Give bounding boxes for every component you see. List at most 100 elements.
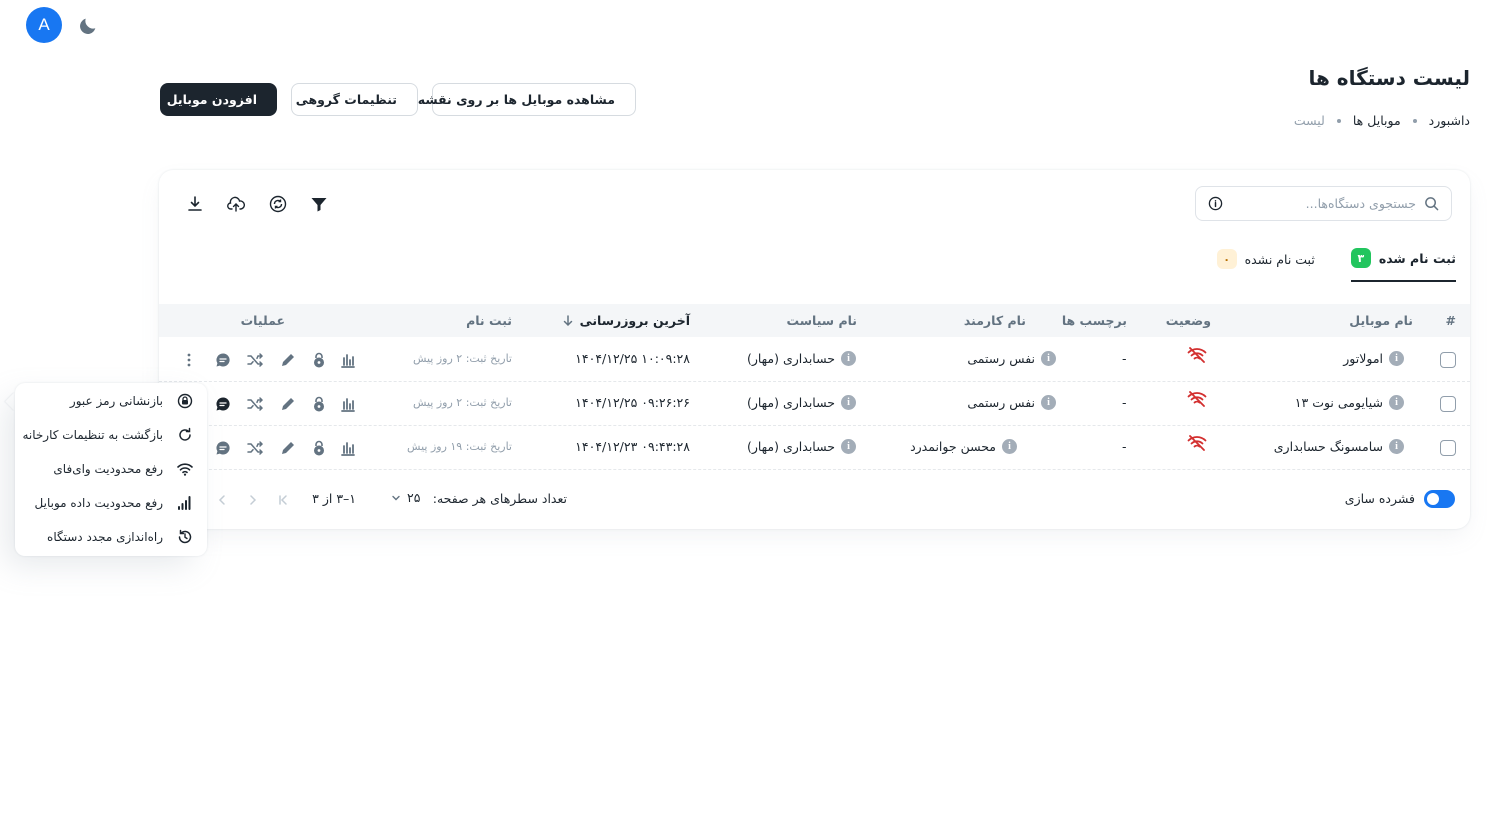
breadcrumb-mobiles[interactable]: موبایل ها bbox=[1353, 113, 1401, 128]
policy-name: حسابداری (مهار) bbox=[746, 351, 835, 366]
info-icon[interactable]: i bbox=[841, 395, 856, 410]
arrow-down-icon bbox=[563, 314, 572, 326]
info-icon[interactable]: i bbox=[1041, 395, 1056, 410]
edit-button[interactable] bbox=[279, 439, 297, 457]
edit-button[interactable] bbox=[279, 395, 297, 413]
lock-reset-icon bbox=[177, 393, 193, 409]
more-button[interactable] bbox=[180, 351, 198, 369]
device-name[interactable]: شیایومی نوت ۱۳ bbox=[1295, 395, 1383, 410]
device-name[interactable]: سامسونگ حسابداری bbox=[1274, 439, 1383, 454]
policy-cell: i حسابداری (مهار) bbox=[747, 439, 856, 454]
pagination-range: ۱–۳ از ۳ bbox=[312, 491, 356, 506]
menu-item-label: بازنشانی رمز عبور bbox=[69, 394, 163, 408]
page-title: لیست دستگاه ها bbox=[1308, 66, 1470, 90]
tab-registered[interactable]: ثبت نام شده ۳ bbox=[1350, 248, 1456, 282]
header-register[interactable]: ثبت نام bbox=[466, 313, 512, 328]
group-settings-button[interactable]: تنظیمات گروهی bbox=[291, 83, 418, 116]
lock-button[interactable] bbox=[310, 351, 328, 369]
info-icon[interactable]: i bbox=[1002, 439, 1017, 454]
menu-item-restart-device[interactable]: راه‌اندازی مجدد دستگاه bbox=[47, 522, 193, 552]
header-hash: # bbox=[1445, 313, 1456, 328]
tab-unregistered-count: ۰ bbox=[1216, 249, 1237, 269]
info-circle-icon[interactable] bbox=[1208, 196, 1223, 211]
lock-icon bbox=[314, 440, 324, 456]
transfer-button[interactable] bbox=[246, 439, 264, 457]
last-update-cell: ۱۴۰۴/۱۲/۲۵ ۰۹:۲۶:۲۶ bbox=[575, 395, 690, 410]
bar-chart-icon bbox=[341, 442, 355, 456]
register-cell: تاریخ ثبت: ۲ روز پیش bbox=[412, 396, 512, 409]
lock-button[interactable] bbox=[310, 439, 328, 457]
info-icon[interactable]: i bbox=[1041, 351, 1056, 366]
employee-name: نفس رستمی bbox=[967, 351, 1035, 366]
upload-icon bbox=[227, 196, 245, 212]
info-icon[interactable]: i bbox=[1389, 395, 1404, 410]
row-checkbox[interactable] bbox=[1440, 352, 1456, 368]
search-input[interactable] bbox=[1231, 196, 1416, 211]
filter-button[interactable] bbox=[308, 193, 330, 215]
next-page-button[interactable] bbox=[213, 491, 231, 509]
avatar[interactable]: A bbox=[26, 7, 62, 43]
last-update-cell: ۱۴۰۴/۱۲/۲۳ ۰۹:۴۳:۲۸ bbox=[575, 439, 690, 454]
header-name[interactable]: نام موبایل bbox=[1349, 313, 1413, 328]
bar-chart-icon bbox=[341, 354, 355, 368]
policy-name: حسابداری (مهار) bbox=[746, 439, 835, 454]
edit-button[interactable] bbox=[279, 351, 297, 369]
menu-item-label: راه‌اندازی مجدد دستگاه bbox=[47, 530, 163, 544]
tags-cell: - bbox=[1122, 439, 1127, 454]
stats-button[interactable] bbox=[339, 351, 357, 369]
view-on-map-button[interactable]: مشاهده موبایل ها بر روی نقشه bbox=[418, 83, 636, 116]
previous-page-button[interactable] bbox=[244, 491, 262, 509]
breadcrumb-current: لیست bbox=[1293, 113, 1325, 128]
info-icon[interactable]: i bbox=[841, 439, 856, 454]
wifi-icon bbox=[177, 463, 193, 476]
header-last-update[interactable]: آخرین بروزرسانی bbox=[562, 313, 690, 328]
menu-item-factory-reset[interactable]: بازگشت به تنظیمات کارخانه bbox=[22, 420, 193, 450]
header-employee[interactable]: نام کارمند bbox=[964, 313, 1026, 328]
tab-registered-count: ۳ bbox=[1350, 248, 1371, 268]
stats-button[interactable] bbox=[339, 395, 357, 413]
chevron-left-icon bbox=[218, 495, 225, 505]
info-icon[interactable]: i bbox=[1389, 439, 1404, 454]
add-mobile-button[interactable]: افزودن موبایل bbox=[160, 83, 277, 116]
lock-button[interactable] bbox=[310, 395, 328, 413]
device-name[interactable]: امولاتور bbox=[1343, 351, 1383, 366]
more-vertical-icon bbox=[187, 353, 191, 367]
row-checkbox[interactable] bbox=[1440, 440, 1456, 456]
menu-item-reset-password[interactable]: بازنشانی رمز عبور bbox=[70, 386, 193, 416]
header-tags[interactable]: برچسب ها bbox=[1062, 313, 1127, 328]
info-icon[interactable]: i bbox=[1389, 351, 1404, 366]
dense-toggle[interactable] bbox=[1424, 490, 1455, 508]
menu-item-unlock-wifi[interactable]: رفع محدودیت وای‌فای bbox=[53, 454, 193, 484]
header-status[interactable]: وضعیت bbox=[1166, 313, 1211, 328]
chevron-right-icon bbox=[250, 495, 257, 505]
tab-unregistered-label: ثبت نام نشده bbox=[1244, 251, 1315, 267]
device-name-cell: i شیایومی نوت ۱۳ bbox=[1295, 395, 1404, 410]
row-divider bbox=[159, 469, 1470, 470]
row-checkbox[interactable] bbox=[1440, 396, 1456, 412]
breadcrumb-separator bbox=[1412, 118, 1417, 123]
row-divider bbox=[159, 425, 1470, 426]
transfer-button[interactable] bbox=[246, 351, 264, 369]
info-icon[interactable]: i bbox=[841, 351, 856, 366]
dark-mode-toggle[interactable] bbox=[77, 15, 99, 37]
rows-per-page-select[interactable]: ۲۵ bbox=[391, 490, 420, 505]
shuffle-icon bbox=[246, 397, 263, 411]
upload-button[interactable] bbox=[225, 193, 247, 215]
header-policy[interactable]: نام سیاست bbox=[786, 313, 857, 328]
wifi-off-icon bbox=[1187, 391, 1207, 407]
tab-unregistered[interactable]: ثبت نام نشده ۰ bbox=[1216, 248, 1315, 282]
lock-icon bbox=[314, 396, 324, 412]
message-button[interactable] bbox=[214, 395, 232, 413]
message-button[interactable] bbox=[214, 351, 232, 369]
first-page-icon bbox=[279, 495, 287, 505]
stats-button[interactable] bbox=[339, 439, 357, 457]
transfer-button[interactable] bbox=[246, 395, 264, 413]
breadcrumb-dashboard[interactable]: داشبورد bbox=[1429, 113, 1470, 128]
sync-button[interactable] bbox=[267, 193, 289, 215]
refresh-icon bbox=[179, 427, 191, 441]
first-page-button[interactable] bbox=[274, 491, 292, 509]
breadcrumb-separator bbox=[1336, 118, 1341, 123]
message-button[interactable] bbox=[214, 439, 232, 457]
menu-item-unlock-mobile-data[interactable]: رفع محدودیت داده موبایل bbox=[35, 488, 193, 518]
download-button[interactable] bbox=[184, 193, 206, 215]
